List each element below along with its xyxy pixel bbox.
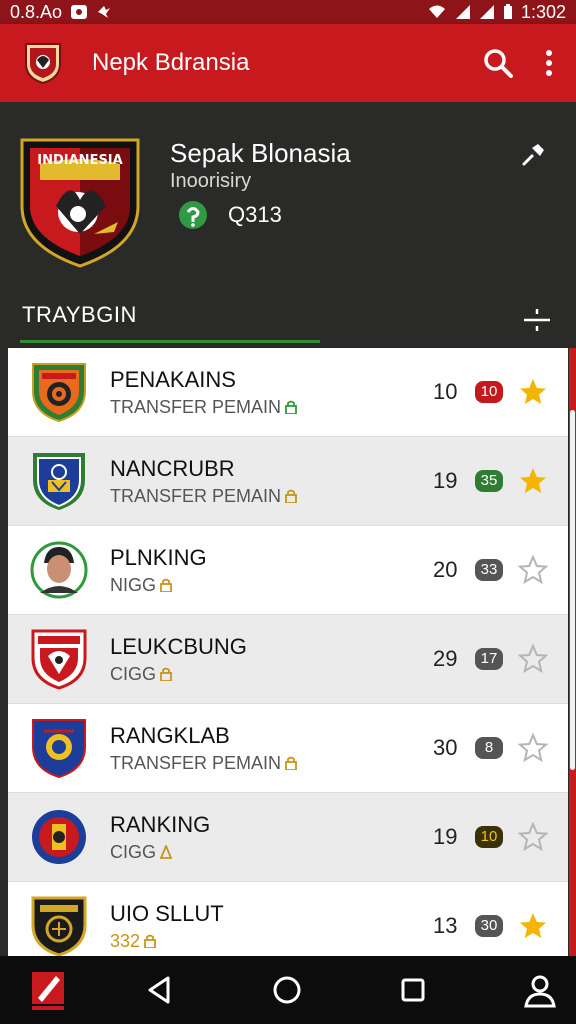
lock-icon — [160, 667, 172, 681]
club-subtitle: CIGG — [110, 664, 247, 685]
club-logo — [32, 810, 86, 864]
rank-value: 29 — [433, 646, 458, 671]
team-subtitle: Inoorisiry — [170, 170, 252, 192]
list-item[interactable]: RANKING CIGG 19 10 — [8, 793, 568, 882]
info-icon[interactable] — [178, 200, 208, 230]
list-item[interactable]: PENAKAINS TRANSFER PEMAIN 10 10 — [8, 348, 568, 437]
star-outline-icon[interactable] — [518, 822, 548, 852]
status-time-left: 0.8.Ao — [10, 1, 63, 22]
tab-bar: TRAYBGIN — [0, 292, 576, 348]
back-icon[interactable] — [140, 970, 180, 1010]
club-subtitle: TRANSFER PEMAIN — [110, 753, 297, 774]
lock-icon — [285, 489, 297, 503]
score-badge: 17 — [475, 648, 503, 670]
club-subtitle: TRANSFER PEMAIN — [110, 397, 297, 418]
lock-icon — [285, 400, 297, 414]
club-logo — [32, 363, 86, 423]
club-name: NANCRUBR — [110, 455, 235, 481]
ranking-list: PENAKAINS TRANSFER PEMAIN 10 10 NANCRUBR… — [8, 348, 568, 956]
star-icon[interactable] — [518, 911, 548, 941]
team-header: INDIANESIA Sepak Blonasia Inoorisiry Q31… — [0, 102, 576, 347]
list-item[interactable]: UIO SLLUT 332 13 30 — [8, 882, 568, 956]
battery-icon — [503, 4, 512, 19]
player-name: PLNKING — [110, 544, 207, 570]
notification-icon — [71, 5, 88, 19]
list-item[interactable]: LEUKCBUNG CIGG 29 17 — [8, 615, 568, 704]
status-clock: 1:302 — [520, 1, 566, 22]
score-badge: 8 — [475, 737, 503, 759]
app-logo-icon — [25, 43, 61, 84]
sort-icon[interactable] — [522, 306, 552, 334]
rank-value: 13 — [433, 913, 458, 938]
score-badge: 10 — [475, 381, 503, 403]
signal-icon — [479, 5, 494, 19]
toolbar-title: Nepk Bdransia — [92, 49, 250, 76]
rank-value: 10 — [433, 379, 458, 404]
list-item[interactable]: RANGKLAB TRANSFER PEMAIN 30 8 — [8, 704, 568, 793]
app-shortcut-icon[interactable] — [30, 968, 66, 1012]
system-nav-bar — [0, 956, 576, 1024]
rank-value: 19 — [433, 824, 458, 849]
club-subtitle: CIGG — [110, 842, 210, 863]
list-item[interactable]: NANCRUBR TRANSFER PEMAIN 19 35 — [8, 437, 568, 526]
club-logo — [31, 896, 87, 956]
club-name: LEUKCBUNG — [110, 633, 247, 659]
lock-icon — [144, 934, 156, 948]
rank-value: 20 — [433, 557, 458, 582]
notification-icon — [98, 6, 111, 18]
edit-pin-icon[interactable] — [520, 140, 548, 168]
club-subtitle: TRANSFER PEMAIN — [110, 486, 297, 507]
player-avatar — [30, 541, 88, 599]
rank-value: 30 — [433, 735, 458, 760]
star-outline-icon[interactable] — [518, 733, 548, 763]
score-badge: 10 — [475, 826, 503, 848]
club-logo — [32, 719, 86, 779]
club-name: RANGKLAB — [110, 722, 230, 748]
score-badge: 33 — [475, 559, 503, 581]
star-outline-icon[interactable] — [518, 644, 548, 674]
star-icon[interactable] — [518, 377, 548, 407]
scrollbar-thumb[interactable] — [570, 410, 575, 770]
status-bar: 0.8.Ao 1:302 — [0, 0, 576, 24]
app-toolbar: Nepk Bdransia — [0, 24, 576, 102]
team-code: Q313 — [228, 202, 282, 227]
club-subtitle: 332 — [110, 931, 224, 952]
list-item[interactable]: PLNKING NIGG 20 33 — [8, 526, 568, 615]
signal-icon — [455, 5, 470, 19]
recent-apps-icon[interactable] — [393, 970, 433, 1010]
team-name: Sepak Blonasia — [170, 138, 351, 168]
club-name: PENAKAINS — [110, 366, 236, 392]
wifi-icon — [428, 5, 445, 18]
tab-trending[interactable]: TRAYBGIN — [22, 302, 137, 328]
club-logo — [33, 453, 85, 510]
star-icon[interactable] — [518, 466, 548, 496]
club-logo — [31, 629, 87, 690]
more-options-icon[interactable] — [544, 48, 554, 78]
club-name: UIO SLLUT — [110, 900, 224, 926]
search-icon[interactable] — [482, 47, 514, 79]
lock-icon — [160, 845, 173, 859]
home-icon[interactable] — [267, 970, 307, 1010]
lock-icon — [160, 578, 172, 592]
club-name: RANKING — [110, 811, 211, 837]
tab-indicator — [20, 340, 320, 343]
score-badge: 30 — [475, 915, 503, 937]
profile-icon[interactable] — [520, 970, 560, 1010]
star-outline-icon[interactable] — [518, 555, 548, 585]
score-badge: 35 — [475, 470, 503, 492]
crest-text: INDIANESIA — [37, 153, 122, 168]
lock-icon — [285, 756, 297, 770]
team-crest: INDIANESIA — [20, 138, 140, 268]
player-subtitle: NIGG — [110, 575, 207, 596]
team-meta: Q313 — [178, 200, 282, 230]
rank-value: 19 — [433, 468, 458, 493]
